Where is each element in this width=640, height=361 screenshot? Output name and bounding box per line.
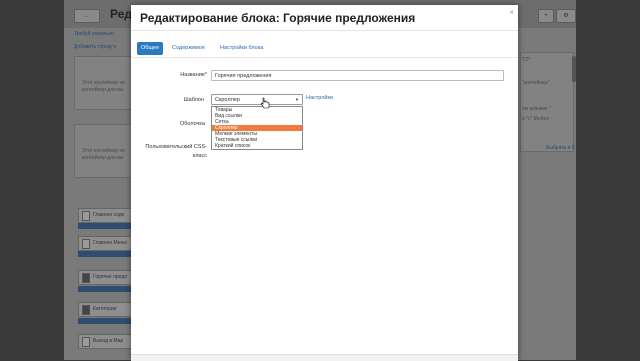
edit-block-modal: Редактирование блока: Горячие предложени… <box>131 5 518 361</box>
name-label: Название* <box>180 72 207 78</box>
bg-right-text-4: а "с" Мобил <box>522 116 550 122</box>
page-icon <box>82 239 90 249</box>
bg-right-text-3: ом режиме " <box>522 106 551 112</box>
bg-row-bar <box>78 286 132 292</box>
template-dropdown-list: Товары Вид ссылки Сетка Скроллер Мелкие элем… <box>211 106 303 150</box>
template-option[interactable]: Краткий список <box>212 143 302 149</box>
bg-block-row[interactable]: Горячие предл <box>78 270 134 285</box>
bg-hint-1b: контейнер для вы <box>82 87 124 93</box>
wrapper-label: Оболочка <box>179 121 205 127</box>
tab-divider <box>131 57 518 58</box>
modal-header: Редактирование блока: Горячие предложени… <box>131 5 518 31</box>
bg-right-text-1: ТЭ" <box>522 57 531 63</box>
tab-block-settings[interactable]: Настройки блока <box>216 42 267 55</box>
grid-icon <box>82 273 90 283</box>
template-label: Шаблон <box>183 97 204 103</box>
tab-content[interactable]: Содержимое <box>168 42 209 55</box>
bg-row-bar <box>78 223 132 229</box>
close-icon[interactable]: × <box>509 8 514 17</box>
bg-left-text-1: Требуй локально <box>74 31 114 37</box>
required-mark: * <box>204 72 207 78</box>
template-select[interactable]: Скроллер ▼ <box>211 94 303 105</box>
bg-block-row[interactable]: Категории <box>78 302 134 317</box>
page-icon <box>82 337 90 347</box>
bg-left-link-1[interactable]: Добавить строку к <box>74 44 116 50</box>
bg-row-bar <box>78 251 132 257</box>
modal-title: Редактирование блока: Горячие предложени… <box>140 11 416 25</box>
add-icon[interactable]: + <box>538 9 554 23</box>
back-button[interactable]: ← <box>74 9 100 23</box>
page-icon <box>82 211 90 221</box>
template-selected-value: Скроллер <box>215 97 240 103</box>
bg-block-row[interactable]: Выход в Мар <box>78 334 134 349</box>
chevron-down-icon: ▼ <box>295 97 299 102</box>
bg-hint-2: Этот контейнер не <box>82 148 126 154</box>
bg-hint-1: Этот контейнер не <box>82 80 126 86</box>
grid-icon <box>82 305 90 315</box>
gear-icon[interactable]: ⚙ <box>556 9 576 23</box>
bg-block-row[interactable]: Главное Меню <box>78 236 134 251</box>
bg-right-panel <box>520 52 574 152</box>
hand-cursor-icon <box>260 97 270 109</box>
bg-right-text-2: "контейнер" <box>522 80 550 86</box>
bg-row-bar <box>78 318 132 324</box>
bg-scrollbar[interactable] <box>572 56 576 82</box>
background-title: Ред <box>110 7 132 21</box>
bg-right-link[interactable]: Выбрать в б <box>546 145 574 151</box>
tab-general[interactable]: Общее <box>137 42 164 55</box>
name-input[interactable] <box>211 70 504 81</box>
css-class-label: Пользовательский CSS- класс <box>145 144 207 159</box>
template-settings-link[interactable]: Настройки <box>306 95 333 101</box>
bg-block-row[interactable]: Главное соде <box>78 208 134 223</box>
arrow-left-icon: ← <box>84 13 90 19</box>
bg-hint-2b: контейнер для вы <box>82 155 124 161</box>
